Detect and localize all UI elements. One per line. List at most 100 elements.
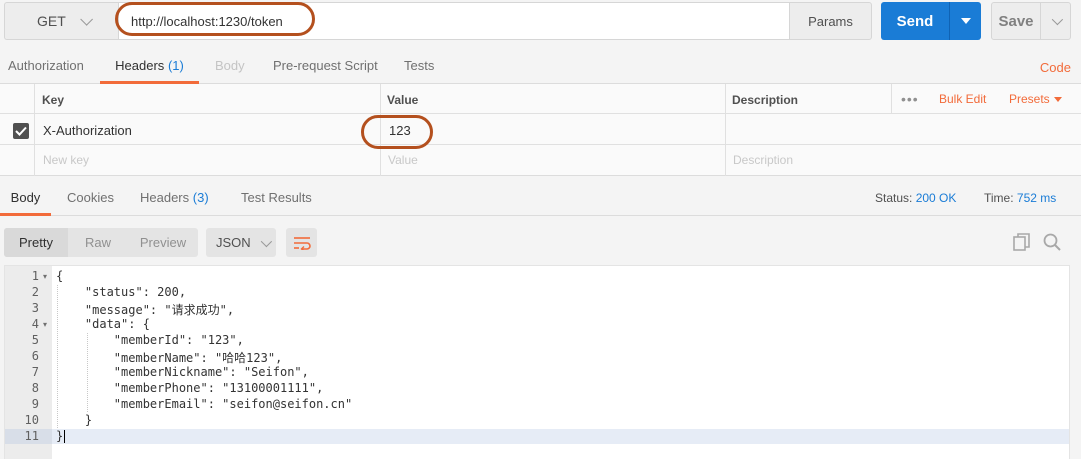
column-header-description: Description — [732, 93, 799, 107]
new-value-input[interactable]: Value — [388, 153, 418, 167]
line-number: 5 — [31, 333, 39, 347]
send-label: Send — [896, 12, 934, 30]
response-headers-count-badge: (3) — [192, 190, 209, 205]
line-number: 10 — [24, 413, 39, 427]
line-number: 7 — [31, 365, 39, 379]
line-number: 4 — [31, 317, 39, 331]
line-number: 11 — [24, 429, 39, 443]
method-label: GET — [37, 13, 66, 29]
format-label: JSON — [216, 235, 251, 250]
line-number: 9 — [31, 397, 39, 411]
presets-dropdown[interactable]: Presets — [1009, 92, 1062, 106]
fold-arrow-icon[interactable]: ▾ — [43, 272, 47, 281]
tab-body[interactable]: Body — [215, 50, 245, 84]
tab-label: Pre-request Script — [273, 58, 378, 73]
code-line: "memberId": "123", — [56, 333, 244, 347]
url-input[interactable]: http://localhost:1230/token — [118, 2, 790, 40]
tab-test-results[interactable]: Test Results — [241, 182, 312, 216]
line-number: 2 — [31, 285, 39, 299]
copy-icon[interactable] — [1013, 233, 1031, 254]
search-icon[interactable] — [1043, 233, 1061, 254]
send-options-dropdown[interactable] — [950, 18, 981, 24]
status-label: Status: — [875, 191, 913, 205]
response-time: Time: 752 ms — [984, 191, 1056, 205]
time-value: 752 ms — [1016, 191, 1057, 205]
tab-label: Body — [215, 58, 245, 73]
save-label: Save — [998, 12, 1034, 30]
save-button[interactable]: Save — [991, 2, 1071, 40]
response-body-editor[interactable]: 1 ▾ { 2 "status": 200, 3 "message": "请求成… — [4, 265, 1070, 459]
tab-tests[interactable]: Tests — [404, 50, 434, 84]
url-text: http://localhost:1230/token — [131, 13, 283, 29]
code-line: "status": 200, — [56, 285, 187, 299]
column-divider — [891, 84, 892, 113]
tab-label: Cookies — [67, 190, 114, 205]
tab-label: Authorization — [8, 58, 84, 73]
column-divider — [34, 84, 35, 176]
checkmark-icon — [15, 126, 27, 136]
save-options-dropdown[interactable] — [1041, 13, 1070, 26]
tab-response-body[interactable]: Body — [0, 182, 51, 216]
wrap-lines-icon — [293, 236, 311, 250]
headers-count-badge: (1) — [167, 58, 184, 73]
code-line: "memberEmail": "seifon@seifon.cn" — [56, 397, 353, 411]
tab-label: Headers — [140, 190, 190, 205]
tab-pre-request-script[interactable]: Pre-request Script — [273, 50, 378, 84]
chevron-down-icon — [260, 235, 272, 247]
code-line: "data": { — [56, 317, 150, 331]
text-cursor — [64, 430, 65, 443]
chevron-down-icon — [1051, 13, 1063, 26]
code-line: "memberPhone": "13100001111", — [56, 381, 324, 395]
tab-cookies[interactable]: Cookies — [67, 182, 114, 216]
new-description-input[interactable]: Description — [733, 153, 793, 167]
more-options-icon[interactable]: ••• — [901, 91, 919, 107]
time-label: Time: — [984, 191, 1014, 205]
line-number: 6 — [31, 349, 39, 363]
tab-headers[interactable]: Headers (1) — [100, 50, 199, 84]
tab-label: Headers — [115, 58, 165, 73]
view-mode-raw[interactable]: Raw — [68, 228, 128, 257]
response-status: Status: 200 OK — [875, 191, 956, 205]
code-link[interactable]: Code — [1040, 60, 1071, 75]
wrap-lines-button[interactable] — [286, 228, 317, 257]
line-number: 3 — [31, 301, 39, 315]
line-number: 8 — [31, 381, 39, 395]
headers-table: Key Value Description X-Authorization 12… — [0, 84, 1081, 176]
header-value-cell[interactable]: 123 — [389, 123, 411, 138]
tab-label: Tests — [404, 58, 435, 73]
header-description-cell[interactable] — [733, 123, 883, 139]
column-divider — [380, 84, 381, 176]
column-header-value: Value — [387, 93, 419, 107]
tab-response-headers[interactable]: Headers (3) — [140, 182, 209, 216]
line-number: 1 — [31, 269, 39, 283]
tab-authorization[interactable]: Authorization — [8, 50, 84, 84]
table-divider — [0, 144, 1081, 145]
code-line: "memberNickname": "Seifon", — [56, 365, 309, 379]
active-line-highlight — [5, 429, 1069, 444]
header-key-cell[interactable]: X-Authorization — [43, 123, 132, 138]
column-divider — [725, 84, 726, 176]
method-select[interactable]: GET — [4, 2, 118, 40]
tab-label: Body — [10, 190, 41, 205]
chevron-down-icon — [80, 12, 93, 26]
presets-label: Presets — [1009, 92, 1050, 106]
format-select[interactable]: JSON — [206, 228, 276, 257]
tab-label: Test Results — [241, 190, 312, 205]
view-mode-preview[interactable]: Preview — [128, 228, 198, 257]
table-divider — [0, 113, 1081, 114]
params-button[interactable]: Params — [789, 2, 872, 40]
header-enabled-checkbox[interactable] — [13, 123, 29, 139]
status-value: 200 OK — [915, 191, 957, 205]
bulk-edit-link[interactable]: Bulk Edit — [939, 92, 986, 106]
view-mode-segmented-control: Pretty Raw Preview — [4, 228, 198, 257]
params-label: Params — [808, 13, 853, 29]
fold-arrow-icon[interactable]: ▾ — [43, 320, 47, 329]
caret-down-icon — [960, 18, 971, 24]
code-line: } — [56, 413, 93, 427]
code-line: "message": "请求成功", — [56, 303, 235, 317]
view-mode-pretty[interactable]: Pretty — [4, 228, 68, 257]
request-tabs: Authorization Headers (1) Body Pre-reque… — [0, 50, 1081, 84]
send-button[interactable]: Send — [881, 2, 981, 40]
new-key-input[interactable]: New key — [43, 153, 89, 167]
code-line: } — [56, 429, 64, 443]
